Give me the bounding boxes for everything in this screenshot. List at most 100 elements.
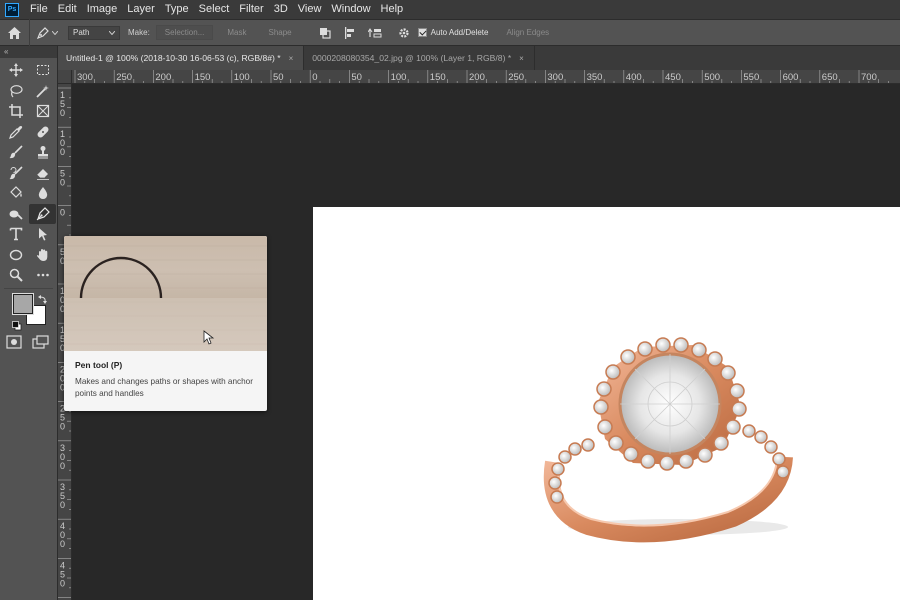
move-tool[interactable] (2, 60, 29, 81)
menu-layer[interactable]: Layer (122, 0, 160, 19)
ruler-h-label: 100 (234, 72, 250, 83)
ruler-h-label: 0 (312, 72, 317, 83)
stamp-icon (37, 146, 48, 159)
tooltip-description: Makes and changes paths or shapes with a… (75, 377, 253, 398)
horizontal-ruler[interactable]: 300 250 200 150 100 50 0 50 100 150 200 250 300 350 40… (72, 70, 900, 84)
menu-view[interactable]: View (293, 0, 327, 19)
tool-preset-picker[interactable] (30, 26, 64, 39)
menu-file[interactable]: File (25, 0, 53, 19)
ruler-v-digit: 0 (60, 147, 65, 157)
mode-select[interactable]: Path (68, 25, 120, 40)
menu-3d[interactable]: 3D (269, 0, 293, 19)
menu-window[interactable]: Window (326, 0, 375, 19)
paint-bucket-icon (9, 186, 22, 199)
make-selection-button[interactable]: Selection... (155, 25, 214, 40)
screen-mode-button[interactable] (32, 334, 50, 349)
ruler-h-label: 50 (273, 72, 284, 83)
menu-select[interactable]: Select (194, 0, 235, 19)
paint-bucket-tool[interactable] (2, 183, 29, 204)
hand-tool[interactable] (29, 245, 56, 266)
ruler-v-digit: 0 (60, 108, 65, 118)
auto-add-delete-label: Auto Add/Delete (430, 28, 489, 37)
eraser-tool[interactable] (29, 163, 56, 184)
make-shape-button[interactable]: Shape (261, 25, 300, 40)
ruler-h-label: 400 (626, 72, 642, 83)
menu-items: File Edit Image Layer Type Select Filter 3D View… (25, 0, 408, 19)
crop-tool[interactable] (2, 101, 29, 122)
quick-mask-button[interactable] (6, 334, 22, 349)
path-alignment-button[interactable] (339, 23, 361, 43)
ruler-h-label: 600 (783, 72, 799, 83)
crop-icon (8, 104, 23, 119)
eyedropper-icon (8, 125, 22, 139)
ruler-v-label: 0 (60, 208, 65, 218)
home-button[interactable] (0, 19, 30, 46)
auto-add-delete-checkbox[interactable] (417, 28, 427, 37)
ruler-h-label: 150 (430, 72, 446, 83)
ruler-h-label: 150 (195, 72, 211, 83)
tooltip-body: Pen tool (P) Makes and changes paths or … (64, 351, 267, 409)
ruler-h-label: 250 (116, 72, 132, 83)
ruler-v-label: 350 (60, 482, 65, 510)
clone-stamp-tool[interactable] (29, 142, 56, 163)
ruler-h-label: 200 (155, 72, 171, 83)
ruler-origin[interactable] (58, 70, 72, 84)
magnifier-icon (9, 269, 23, 282)
eyedropper-tool[interactable] (2, 122, 29, 143)
frame-tool[interactable] (29, 101, 56, 122)
marquee-tool[interactable] (29, 60, 56, 81)
shape-tool[interactable] (2, 245, 29, 266)
tab-untitled-1[interactable]: Untitled-1 @ 100% (2018-10-30 16-06-53 (… (58, 46, 305, 70)
more-tools[interactable] (29, 265, 56, 286)
ruler-v-digit: 0 (60, 461, 65, 471)
ruler-v-digit: 0 (60, 422, 65, 432)
droplet-icon (38, 187, 47, 200)
close-icon[interactable]: × (519, 54, 524, 63)
tools-panel-collapse[interactable]: « (0, 46, 57, 58)
dodge-tool[interactable] (2, 204, 29, 225)
menu-bar: Ps File Edit Image Layer Type Select Filter 3D V… (0, 0, 900, 19)
ruler-v-label: 100 (60, 129, 65, 157)
lasso-tool[interactable] (2, 81, 29, 102)
path-selection-tool[interactable] (29, 224, 56, 245)
menu-image[interactable]: Image (82, 0, 123, 19)
zoom-tool[interactable] (2, 265, 29, 286)
type-tool[interactable] (2, 224, 29, 245)
pen-tool[interactable] (29, 203, 56, 224)
document-canvas[interactable] (313, 207, 900, 600)
menu-help[interactable]: Help (376, 0, 409, 19)
ruler-h-label: 450 (665, 72, 681, 83)
make-label: Make: (128, 28, 150, 37)
tooltip-preview-image (64, 236, 267, 351)
pen-tool-icon (36, 26, 49, 39)
blur-tool[interactable] (29, 183, 56, 204)
close-icon[interactable]: × (289, 54, 294, 63)
path-arrangement-button[interactable] (364, 23, 386, 43)
path-operations-button[interactable] (314, 23, 336, 43)
tooltip-title: Pen tool (P) (75, 360, 123, 370)
ruler-h-label: 700 (861, 72, 877, 83)
magic-wand-icon (35, 84, 49, 98)
brush-tool[interactable] (2, 142, 29, 163)
swap-colors-icon[interactable] (38, 291, 48, 304)
ruler-v-digit: 0 (60, 500, 65, 510)
history-brush-tool[interactable] (2, 163, 29, 184)
ruler-v-label: 300 (60, 443, 65, 471)
frame-icon (36, 105, 49, 118)
menu-filter[interactable]: Filter (234, 0, 268, 19)
magic-wand-tool[interactable] (29, 81, 56, 102)
menu-type[interactable]: Type (160, 0, 194, 19)
menu-edit[interactable]: Edit (53, 0, 82, 19)
ruler-v-digit: 0 (60, 578, 65, 588)
gear-icon (399, 27, 409, 38)
lasso-icon (9, 84, 23, 98)
mode-select-value: Path (73, 28, 90, 37)
tab-jpg-document[interactable]: 0000208080354_02.jpg @ 100% (Layer 1, RG… (304, 46, 535, 70)
make-mask-button[interactable]: Mask (219, 25, 254, 40)
chevron-down-icon (109, 30, 115, 35)
default-colors-icon[interactable] (12, 318, 22, 330)
align-edges-label: Align Edges (506, 28, 550, 37)
settings-button[interactable] (393, 23, 415, 43)
healing-brush-tool[interactable] (29, 122, 56, 143)
foreground-color-swatch[interactable] (12, 292, 34, 315)
